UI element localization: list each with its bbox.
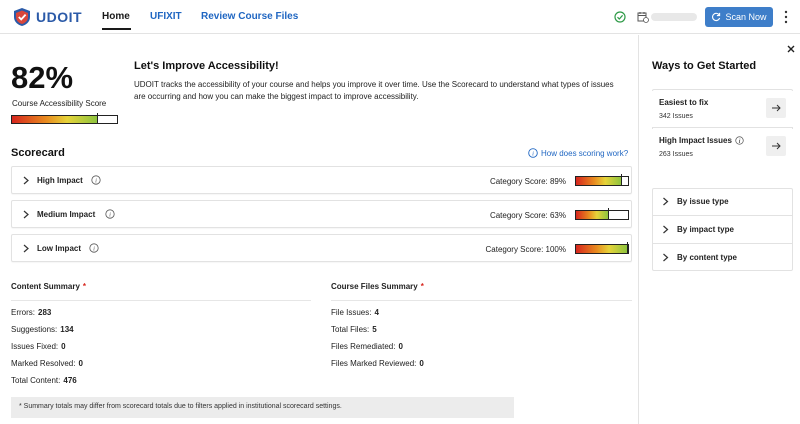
accessibility-score-label: Course Accessibility Score	[12, 99, 107, 108]
category-label: High Impact	[37, 176, 83, 185]
meter-marker	[608, 208, 609, 213]
summary-row-marked-resolved: Marked Resolved: 0	[11, 359, 83, 368]
category-label: Medium Impact	[37, 210, 96, 219]
category-score-meter	[575, 242, 629, 254]
category-label: Low Impact	[37, 244, 82, 253]
content-summary-title-text: Content Summary	[11, 282, 80, 291]
chevron-right-icon	[663, 225, 669, 234]
content-summary-title: Content Summary *	[11, 282, 86, 291]
udoit-logo[interactable]: UDOIT	[12, 7, 82, 27]
scan-now-label: Scan Now	[725, 12, 767, 22]
category-score-meter	[575, 208, 629, 220]
summary-row-total-files: Total Files: 5	[331, 325, 377, 334]
summary-row-files-remediated: Files Remediated: 0	[331, 342, 403, 351]
shield-check-icon	[14, 8, 30, 26]
info-icon[interactable]: i	[89, 243, 99, 253]
app-name: UDOIT	[36, 9, 83, 25]
info-icon[interactable]: i	[105, 209, 115, 219]
summary-row-file-issues: File Issues: 4	[331, 308, 379, 317]
meter-marker	[621, 174, 622, 179]
filter-label: By issue type	[677, 197, 729, 206]
category-score: Category Score: 63%	[489, 211, 566, 220]
accessibility-score-value: 82%	[11, 60, 74, 95]
quick-card-count: 263 Issues	[659, 151, 693, 158]
meter-fill	[576, 177, 622, 185]
content-summary-divider	[11, 300, 311, 301]
how-does-scoring-work-text: How does scoring work?	[541, 148, 629, 158]
filter-label: By impact type	[677, 225, 734, 234]
easiest-to-fix-card[interactable]: Easiest to fix 342 Issues	[652, 91, 793, 127]
svg-text:i: i	[93, 246, 95, 253]
required-star: *	[420, 282, 424, 291]
chevron-right-icon	[23, 210, 29, 219]
quick-card-title: Easiest to fix	[659, 98, 709, 107]
info-icon: i	[528, 148, 538, 158]
top-header: UDOIT Home UFIXIT Review Course Files Sc…	[0, 0, 800, 34]
meter-marker	[97, 113, 98, 118]
quick-card-count: 342 Issues	[659, 113, 693, 120]
svg-text:i: i	[532, 151, 534, 158]
accessibility-score-meter	[11, 113, 118, 124]
quick-actions-divider	[652, 127, 793, 128]
more-options-icon[interactable]	[783, 10, 789, 24]
course-files-summary-divider	[331, 300, 632, 301]
svg-text:i: i	[95, 178, 97, 185]
course-files-summary-title: Course Files Summary *	[331, 282, 424, 291]
panel-title: Ways to Get Started	[652, 60, 757, 72]
chevron-right-icon	[663, 197, 669, 206]
scorecard-row-low-impact[interactable]: Low Impact i Category Score: 100%	[11, 234, 632, 262]
summary-row-total-content: Total Content: 476	[11, 376, 77, 385]
scorecard-title: Scorecard	[11, 147, 65, 159]
summary-row-issues-fixed: Issues Fixed: 0	[11, 342, 66, 351]
chevron-right-icon	[23, 176, 29, 185]
scorecard-row-high-impact[interactable]: High Impact i Category Score: 89%	[11, 166, 632, 194]
last-scan-placeholder	[651, 13, 697, 21]
meter-fill	[576, 245, 628, 253]
filter-by-content-type[interactable]: By content type	[652, 244, 793, 271]
summary-row-files-marked-reviewed: Files Marked Reviewed: 0	[331, 359, 424, 368]
refresh-icon	[712, 12, 721, 22]
chevron-right-icon	[663, 253, 669, 262]
ways-to-get-started-panel: Ways to Get Started Easiest to fix 342 I…	[638, 35, 800, 424]
easiest-to-fix-arrow-button[interactable]	[766, 98, 786, 118]
quick-card-title: High Impact Issues i	[659, 136, 744, 145]
category-score: Category Score: 89%	[489, 177, 566, 186]
calendar-clock-icon[interactable]	[637, 11, 649, 23]
chevron-right-icon	[23, 244, 29, 253]
nav-home[interactable]: Home	[102, 11, 130, 22]
info-icon[interactable]: i	[735, 136, 744, 145]
filter-by-impact-type[interactable]: By impact type	[652, 216, 793, 243]
meter-marker	[627, 242, 628, 247]
meter-fill	[576, 211, 609, 219]
check-circle-icon[interactable]	[614, 11, 626, 23]
category-score-meter	[575, 174, 629, 186]
close-icon[interactable]	[787, 45, 795, 53]
scorecard-row-medium-impact[interactable]: Medium Impact i Category Score: 63%	[11, 200, 632, 228]
nav-review-course-files[interactable]: Review Course Files	[201, 11, 298, 22]
required-star: *	[82, 282, 87, 291]
course-files-summary-title-text: Course Files Summary	[331, 282, 418, 291]
filter-label: By content type	[677, 253, 738, 262]
high-impact-issues-card[interactable]: High Impact Issues i 263 Issues	[652, 129, 793, 165]
arrow-right-icon	[772, 142, 781, 150]
how-does-scoring-work-link[interactable]: i How does scoring work?	[528, 148, 628, 158]
high-impact-arrow-button[interactable]	[766, 136, 786, 156]
filter-by-issue-type[interactable]: By issue type	[652, 188, 793, 215]
intro-title: Let's Improve Accessibility!	[134, 60, 279, 72]
intro-text: UDOIT tracks the accessibility of your c…	[134, 80, 614, 101]
summary-row-suggestions: Suggestions: 134	[11, 325, 74, 334]
svg-text:i: i	[109, 212, 111, 219]
category-score: Category Score: 100%	[485, 245, 567, 254]
nav-ufixit[interactable]: UFIXIT	[150, 11, 182, 22]
summary-row-errors: Errors: 283	[11, 308, 52, 317]
nav-home-underline	[102, 28, 131, 30]
info-icon[interactable]: i	[91, 175, 101, 185]
meter-fill	[12, 116, 98, 123]
scan-now-button[interactable]: Scan Now	[705, 7, 773, 27]
arrow-right-icon	[772, 104, 781, 112]
summary-footnote: * Summary totals may differ from scoreca…	[11, 397, 514, 418]
